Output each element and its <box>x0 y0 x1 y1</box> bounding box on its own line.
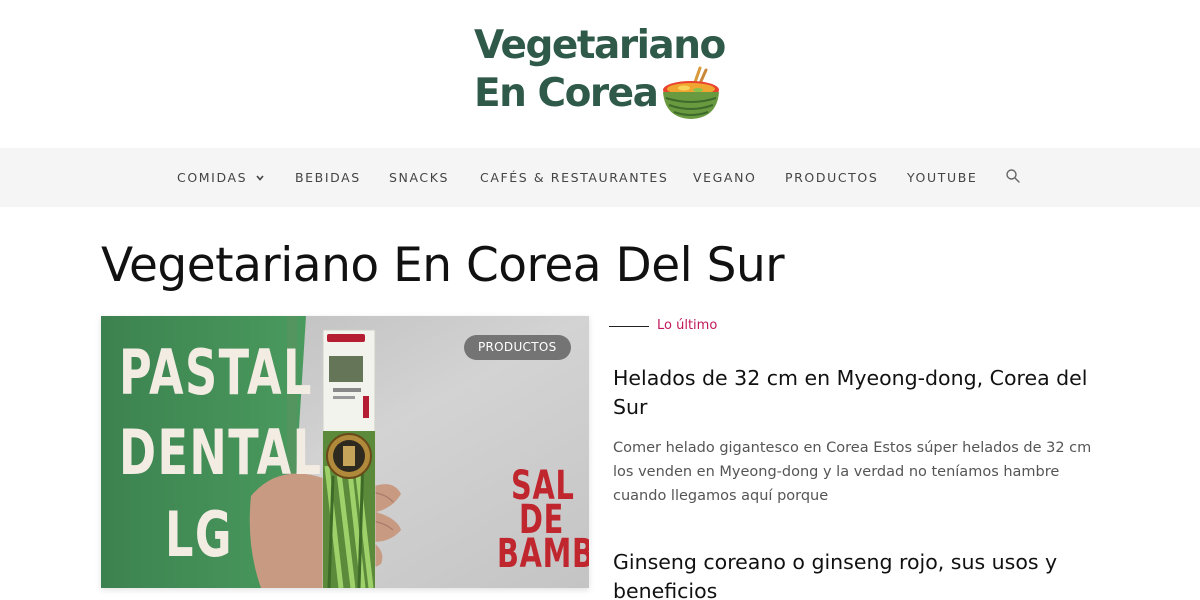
latest-divider <box>609 326 649 327</box>
nav-item-label: COMIDAS <box>177 170 248 185</box>
image-text-dental: DENTAL <box>119 416 323 489</box>
soup-bowl-icon <box>663 66 719 119</box>
nav-item-vegano[interactable]: VEGANO <box>693 148 756 207</box>
post-title-link[interactable]: Ginseng coreano o ginseng rojo, sus usos… <box>613 548 1113 600</box>
image-text-bambu: BAMBÚ <box>497 531 589 577</box>
nav-item-comidas[interactable]: COMIDAS <box>177 148 264 207</box>
nav-item-snacks[interactable]: SNACKS <box>389 148 449 207</box>
category-badge[interactable]: PRODUCTOS <box>464 335 571 360</box>
nav-item-bebidas[interactable]: BEBIDAS <box>295 148 361 207</box>
logo-text-line1: Vegetariano <box>474 23 726 68</box>
site-header: Vegetariano En Corea <box>0 0 1200 148</box>
site-logo[interactable]: Vegetariano En Corea <box>474 22 734 122</box>
latest-label: Lo último <box>657 318 718 333</box>
post-title-link[interactable]: Helados de 32 cm en Myeong-dong, Corea d… <box>613 364 1113 422</box>
post-excerpt: Comer helado gigantesco en Corea Estos s… <box>613 440 1092 504</box>
search-icon[interactable] <box>1005 168 1021 184</box>
chevron-down-icon <box>256 174 264 181</box>
nav-item-cafes-restaurantes[interactable]: CAFÉS & RESTAURANTES <box>480 148 668 207</box>
image-text-pastal: PASTAL <box>119 336 313 409</box>
nav-item-youtube[interactable]: YOUTUBE <box>907 148 977 207</box>
image-text-lg: LG <box>165 498 233 571</box>
nav-item-productos[interactable]: PRODUCTOS <box>785 148 878 207</box>
logo-text-line2: En Corea <box>474 71 659 116</box>
page-title: Vegetariano En Corea Del Sur <box>101 238 785 293</box>
